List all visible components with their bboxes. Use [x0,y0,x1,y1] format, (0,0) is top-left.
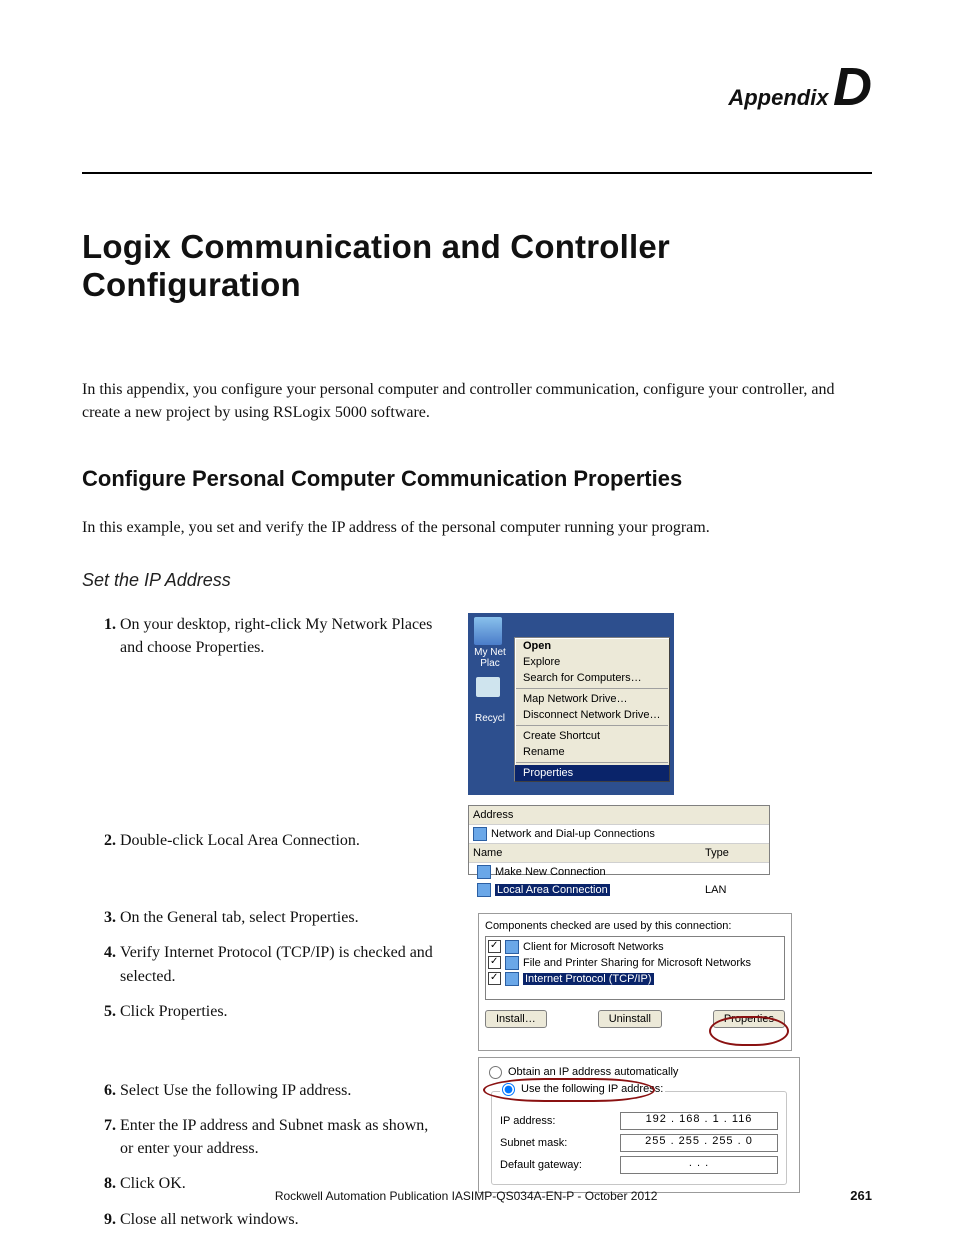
properties-button[interactable]: Properties [713,1010,785,1028]
row-lan[interactable]: Local Area Connection [473,882,705,898]
subsection-heading: Set the IP Address [82,570,872,591]
figure-ip-settings: Obtain an IP address automatically Use t… [478,1057,800,1193]
row-make-new[interactable]: Make New Connection [473,864,705,880]
component-file-share[interactable]: File and Printer Sharing for Microsoft N… [488,955,782,971]
section-heading: Configure Personal Computer Communicatio… [82,466,872,492]
header-rule [82,172,872,174]
address-value: Network and Dial-up Connections [487,827,765,841]
step-1: On your desktop, right-click My Network … [120,613,442,659]
uninstall-button[interactable]: Uninstall [598,1010,662,1028]
components-label: Components checked are used by this conn… [485,920,785,932]
component-icon [505,972,519,986]
menu-map-drive[interactable]: Map Network Drive… [515,691,669,707]
appendix-letter: D [833,60,872,114]
menu-search-computers[interactable]: Search for Computers… [515,670,669,686]
radio-input[interactable] [502,1083,515,1096]
menu-disconnect-drive[interactable]: Disconnect Network Drive… [515,707,669,723]
ip-address-field[interactable]: 192 . 168 . 1 . 116 [620,1112,778,1130]
step-3: On the General tab, select Properties. [120,906,442,929]
menu-rename[interactable]: Rename [515,744,669,760]
column-type[interactable]: Type [705,847,765,859]
folder-icon [473,827,487,841]
install-button[interactable]: Install… [485,1010,547,1028]
my-network-places-icon [474,617,502,645]
connection-icon [477,865,491,879]
appendix-label: Appendix [728,85,828,110]
subnet-mask-label: Subnet mask: [500,1137,620,1149]
figure-context-menu: My Net Plac Recycl Open Explore Search f… [468,613,674,795]
component-client[interactable]: Client for Microsoft Networks [488,939,782,955]
page-footer: Rockwell Automation Publication IASIMP-Q… [82,1188,872,1203]
component-file-share-label: File and Printer Sharing for Microsoft N… [523,957,751,969]
ip-address-label: IP address: [500,1115,620,1127]
component-icon [505,940,519,954]
footer-publication: Rockwell Automation Publication IASIMP-Q… [275,1189,585,1203]
component-tcpip-label: Internet Protocol (TCP/IP) [523,973,654,985]
menu-separator [516,688,668,689]
menu-separator [516,725,668,726]
menu-properties[interactable]: Properties [515,765,669,781]
radio-obtain-auto-label: Obtain an IP address automatically [508,1066,678,1078]
step-5: Click Properties. [120,1000,442,1023]
checkbox-icon[interactable] [488,972,501,985]
row-lan-label: Local Area Connection [495,884,610,896]
menu-separator [516,762,668,763]
steps-list: On your desktop, right-click My Network … [82,613,442,1231]
radio-obtain-auto[interactable]: Obtain an IP address automatically [489,1066,789,1079]
checkbox-icon[interactable] [488,956,501,969]
radio-use-following-label: Use the following IP address: [521,1083,663,1095]
component-client-label: Client for Microsoft Networks [523,941,664,953]
default-gateway-label: Default gateway: [500,1159,620,1171]
step-4: Verify Internet Protocol (TCP/IP) is che… [120,941,442,987]
page-title: Logix Communication and Controller Confi… [82,228,872,304]
menu-create-shortcut[interactable]: Create Shortcut [515,728,669,744]
step-6: Select Use the following IP address. [120,1079,442,1102]
recycle-bin-icon [476,677,500,697]
footer-date: October 2012 [585,1189,658,1203]
section-subtext: In this example, you set and verify the … [82,516,872,539]
step-9: Close all network windows. [120,1208,442,1231]
context-menu: Open Explore Search for Computers… Map N… [514,637,670,782]
row-lan-type: LAN [705,884,765,896]
menu-open[interactable]: Open [515,638,669,654]
menu-explore[interactable]: Explore [515,654,669,670]
row-make-new-label: Make New Connection [495,866,606,878]
page-number: 261 [850,1188,872,1203]
radio-input[interactable] [489,1066,502,1079]
column-name[interactable]: Name [473,847,705,859]
default-gateway-field[interactable]: . . . [620,1156,778,1174]
components-list[interactable]: Client for Microsoft Networks File and P… [485,936,785,1000]
recycle-bin-label: Recycl [470,713,510,724]
subnet-mask-field[interactable]: 255 . 255 . 255 . 0 [620,1134,778,1152]
lead-paragraph: In this appendix, you configure your per… [82,378,872,424]
checkbox-icon[interactable] [488,940,501,953]
my-network-places-label: My Net Plac [470,647,510,669]
connection-icon [477,883,491,897]
component-icon [505,956,519,970]
figure-connections-window: Address Network and Dial-up Connections … [468,805,770,875]
ip-group: Use the following IP address: IP address… [491,1083,787,1185]
step-7: Enter the IP address and Subnet mask as … [120,1114,442,1160]
figure-components-panel: Components checked are used by this conn… [478,913,792,1051]
appendix-header: Appendix D [82,60,872,114]
step-2: Double-click Local Area Connection. [120,829,442,852]
address-label: Address [473,809,765,821]
component-tcpip[interactable]: Internet Protocol (TCP/IP) [488,971,782,987]
